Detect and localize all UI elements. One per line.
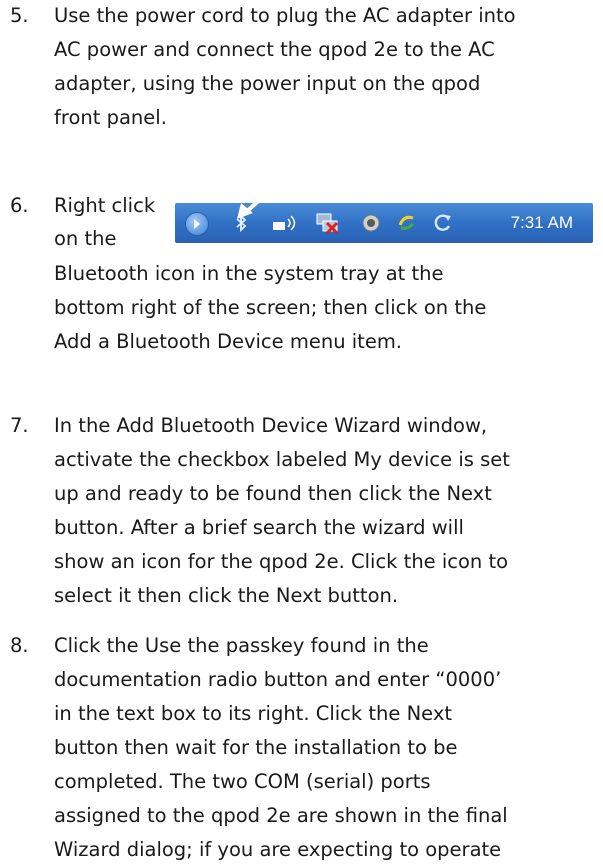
step-text-line: completed. The two COM (serial) ports: [54, 770, 431, 793]
expand-arrow-icon: [185, 212, 209, 236]
step-text-line: adapter, using the power input on the qp…: [54, 72, 481, 95]
step-text-line: on the: [54, 227, 117, 250]
step-text-line: In the Add Bluetooth Device Wizard windo…: [54, 414, 488, 437]
step-number: 6.: [10, 194, 29, 217]
step-number: 5.: [10, 4, 29, 27]
step-text-line: select it then click the Next button.: [54, 584, 399, 607]
network-error-icon: [316, 213, 339, 235]
security-shield-icon: [362, 214, 380, 232]
tray-clock: 7:31 AM: [510, 213, 573, 232]
step-text-line: button then wait for the installation to…: [54, 736, 458, 759]
step-text-line: Wizard dialog; if you are expecting to o…: [54, 838, 502, 861]
step-number: 7.: [10, 414, 29, 437]
step-text-line: button. After a brief search the wizard …: [54, 516, 464, 539]
update-icon: [398, 215, 415, 230]
system-tray-screenshot: 7:31 AM: [175, 184, 593, 243]
step-text-line: Right click: [54, 194, 156, 217]
step-text-line: Add a Bluetooth Device menu item.: [54, 330, 403, 353]
step-text-line: up and ready to be found then click the …: [54, 482, 492, 505]
step-text-line: Use the power cord to plug the AC adapte…: [54, 4, 516, 27]
step-text-line: documentation radio button and enter “00…: [54, 668, 502, 691]
step-text-line: assigned to the qpod 2e are shown in the…: [54, 804, 508, 827]
step-text-line: activate the checkbox labeled My device …: [54, 448, 510, 471]
step-text-line: show an icon for the qpod 2e. Click the …: [54, 550, 509, 573]
step-text-line: AC power and connect the qpod 2e to the …: [54, 38, 495, 61]
step-text-line: in the text box to its right. Click the …: [54, 702, 453, 725]
step-text-line: bottom right of the screen; then click o…: [54, 296, 487, 319]
step-text-line: Bluetooth icon in the system tray at the: [54, 262, 444, 285]
step-number: 8.: [10, 634, 29, 657]
step-text-line: Click the Use the passkey found in the: [54, 634, 429, 657]
wireless-network-icon: [273, 215, 296, 231]
refresh-icon: [434, 214, 451, 231]
step-text-line: front panel.: [54, 106, 167, 129]
